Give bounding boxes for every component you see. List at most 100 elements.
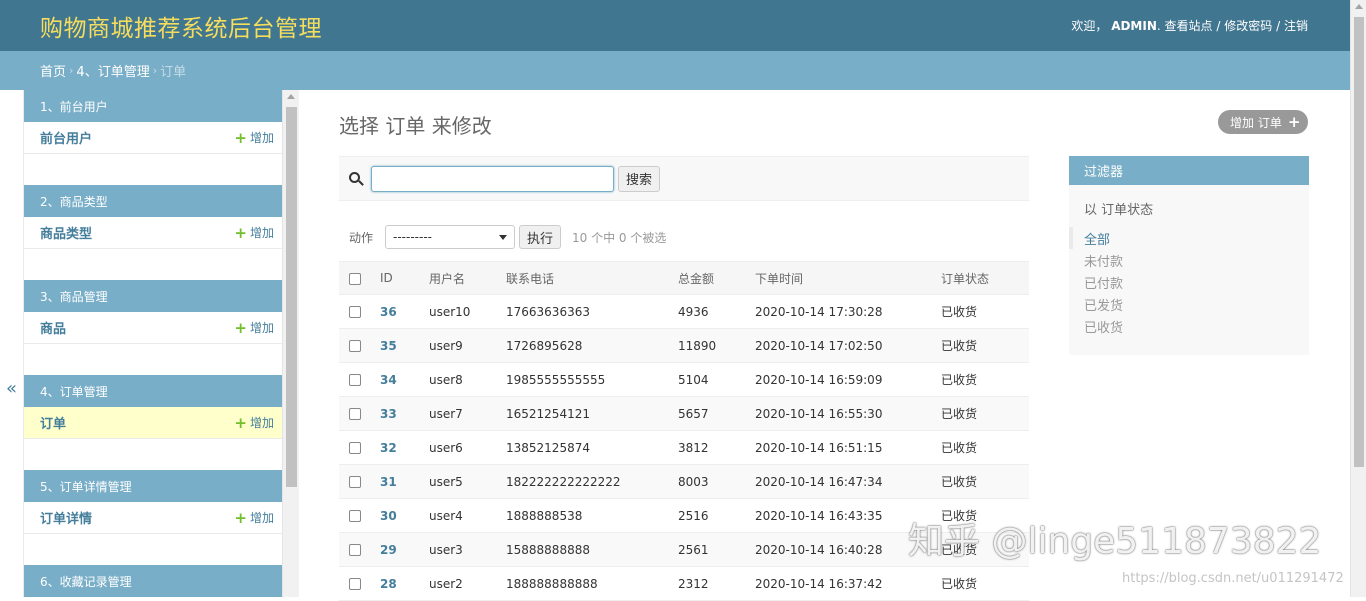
action-label: 动作 [349,230,374,245]
id-cell: 31 [376,464,425,499]
id-cell: 36 [376,294,425,329]
row-checkbox[interactable] [349,340,361,352]
module-caption[interactable]: 1、前台用户 [24,90,282,122]
filter-option[interactable]: 未付款 [1069,249,1309,271]
username-cell: user3 [425,532,502,567]
row-checkbox-cell [339,430,376,465]
row-checkbox[interactable] [349,442,361,454]
sidebar-add-link[interactable]: + 增加 [234,129,274,147]
site-branding[interactable]: 购物商城推荐系统后台管理 [40,9,322,43]
sidebar-item-frontend-users: 前台用户 + 增加 [24,122,282,154]
sidebar-add-link[interactable]: + 增加 [234,319,274,337]
order-id-link[interactable]: 28 [380,577,397,591]
order-id-link[interactable]: 32 [380,441,397,455]
search-input[interactable] [371,165,614,192]
module-caption[interactable]: 2、商品类型 [24,185,282,217]
total-cell: 8003 [674,464,751,499]
action-select[interactable]: --------- [385,225,516,249]
column-header[interactable]: 联系电话 [502,261,674,295]
order-time-cell: 2020-10-14 16:37:42 [751,566,937,601]
sidebar-scrollbar[interactable] [282,90,299,597]
sidebar-add-link[interactable]: + 增加 [234,509,274,527]
row-checkbox[interactable] [349,374,361,386]
page-scrollbar-thumb[interactable] [1354,17,1364,467]
sidebar-scrollbar-thumb[interactable] [286,107,297,487]
filter-option[interactable]: 已收货 [1069,315,1309,337]
order-id-link[interactable]: 34 [380,373,397,387]
filter-option[interactable]: 已发货 [1069,293,1309,315]
row-checkbox[interactable] [349,476,361,488]
select-all-checkbox[interactable] [349,272,361,285]
row-checkbox[interactable] [349,306,361,318]
username-cell: user4 [425,498,502,533]
order-id-link[interactable]: 36 [380,305,397,319]
row-checkbox-cell [339,396,376,431]
filter-option[interactable]: 全部 [1069,227,1309,249]
phone-cell: 16521254121 [502,396,674,431]
module-caption[interactable]: 3、商品管理 [24,280,282,312]
sidebar-model-link[interactable]: 商品 [40,318,66,337]
column-header[interactable]: 总金额 [674,261,751,295]
sidebar-model-link[interactable]: 订单 [40,413,66,432]
filter-panel: 过滤器 以 订单状态 全部 未付款 已付款 已发货 已收货 [1069,156,1309,355]
row-checkbox[interactable] [349,510,361,522]
add-order-button[interactable]: 增加 订单 + [1218,110,1309,134]
column-header[interactable]: 下单时间 [751,261,937,295]
breadcrumb-home[interactable]: 首页 [40,61,66,80]
module-frontend-users: 1、前台用户 前台用户 + 增加 [24,90,282,185]
sidebar-item-product-types: 商品类型 + 增加 [24,217,282,249]
filter-option[interactable]: 已付款 [1069,271,1309,293]
sidebar-item-orders: 订单 + 增加 [24,407,282,439]
sidebar-add-link[interactable]: + 增加 [234,414,274,432]
order-id-link[interactable]: 35 [380,339,397,353]
filter-subtitle: 以 订单状态 [1084,203,1154,218]
search-button[interactable]: 搜索 [618,165,661,192]
sidebar-model-link[interactable]: 商品类型 [40,223,92,242]
order-time-cell: 2020-10-14 16:47:34 [751,464,937,499]
page-scrollbar[interactable] [1350,0,1366,597]
module-caption[interactable]: 5、订单详情管理 [24,470,282,502]
collapse-sidebar-icon[interactable]: « [6,378,17,399]
chevron-down-icon [499,234,508,240]
row-checkbox[interactable] [349,408,361,420]
column-header[interactable]: ID [376,261,425,295]
username-cell: user9 [425,328,502,363]
total-cell: 3812 [674,430,751,465]
username-cell: user2 [425,566,502,601]
sidebar-model-link[interactable]: 订单详情 [40,508,92,527]
change-password-link[interactable]: 修改密码 [1224,19,1272,33]
total-cell: 2312 [674,566,751,601]
module-caption[interactable]: 4、订单管理 [24,375,282,407]
table-row: 34 user8 1985555555555 5104 2020-10-14 16:59… [339,362,1029,397]
column-header[interactable]: 订单状态 [937,261,1029,295]
order-id-link[interactable]: 30 [380,509,397,523]
id-cell: 32 [376,430,425,465]
row-checkbox-cell [339,328,376,363]
scroll-up-arrow-icon[interactable] [1355,4,1363,9]
order-id-link[interactable]: 29 [380,543,397,557]
order-time-cell: 2020-10-14 16:59:09 [751,362,937,397]
module-favorites: 6、收藏记录管理 [24,565,282,597]
header: 购物商城推荐系统后台管理 欢迎， ADMIN. 查看站点 / 修改密码 / 注销 [0,0,1350,51]
row-checkbox[interactable] [349,578,361,590]
breadcrumb-app[interactable]: 4、订单管理 [76,61,149,80]
column-header[interactable]: 用户名 [425,261,502,295]
table-header-row: ID 用户名 联系电话 总金额 下单时间 订单状态 [339,261,1029,295]
username-cell: user5 [425,464,502,499]
username-cell: user6 [425,430,502,465]
order-id-link[interactable]: 33 [380,407,397,421]
module-caption[interactable]: 6、收藏记录管理 [24,565,282,597]
go-button[interactable]: 执行 [519,225,562,249]
sidebar-model-link[interactable]: 前台用户 [40,128,92,147]
plus-icon: + [234,128,247,147]
sidebar-add-link[interactable]: + 增加 [234,224,274,242]
row-checkbox-cell [339,294,376,329]
logout-link[interactable]: 注销 [1284,19,1308,33]
status-cell: 已收货 [937,430,1029,465]
view-site-link[interactable]: 查看站点 [1165,19,1213,33]
phone-cell: 188888888888 [502,566,674,601]
row-checkbox[interactable] [349,544,361,556]
welcome-text: 欢迎， [1071,19,1108,33]
order-id-link[interactable]: 31 [380,475,397,489]
scroll-up-arrow-icon[interactable] [287,94,295,99]
